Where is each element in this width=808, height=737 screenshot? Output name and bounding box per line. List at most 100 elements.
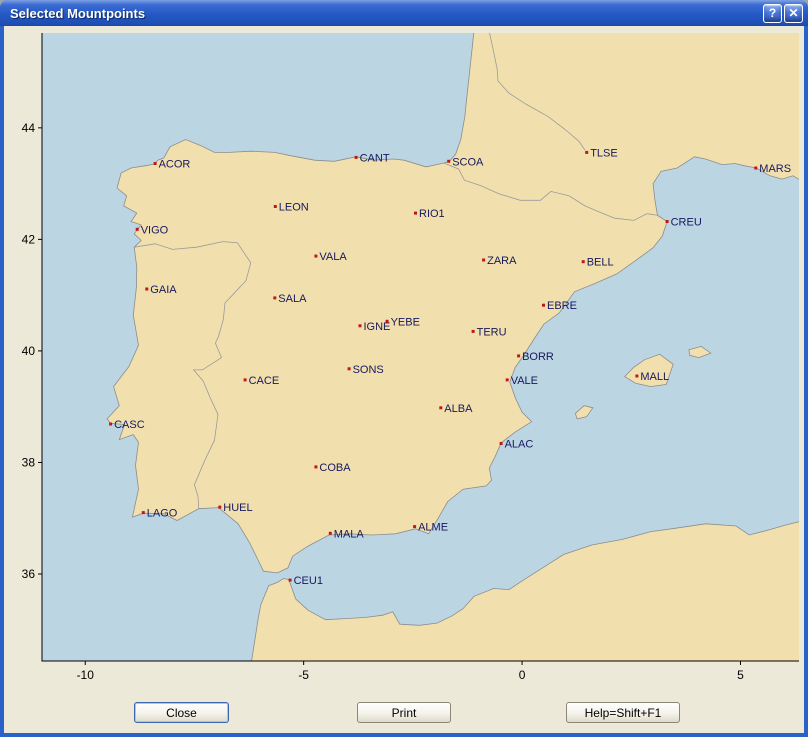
station-marker (355, 156, 358, 159)
station-marker (142, 511, 145, 514)
window-title: Selected Mountpoints (10, 6, 761, 21)
station-label: MARS (759, 163, 791, 175)
help-button[interactable]: Help=Shift+F1 (566, 702, 680, 723)
station-label: HUEL (223, 502, 252, 514)
station-label: RIO1 (419, 208, 445, 220)
station-marker (314, 465, 317, 468)
station-marker (314, 255, 317, 258)
station-marker (754, 167, 757, 170)
station-label: BELL (587, 257, 614, 269)
map-plot: ACOR VIGO GAIA CASC LAGO HUEL CACE LEON SALA CEU1… (4, 26, 804, 696)
station-label: CACE (249, 375, 280, 387)
station-marker (145, 288, 148, 291)
dialog-client-area: ACOR VIGO GAIA CASC LAGO HUEL CACE LEON SALA CEU1… (4, 26, 804, 733)
help-icon[interactable]: ? (763, 4, 782, 23)
station-SONS: SONS (348, 364, 384, 376)
station-marker (218, 506, 221, 509)
station-label: TLSE (590, 147, 618, 159)
station-label: CEU1 (294, 575, 323, 587)
station-MARS: MARS (754, 163, 791, 175)
station-RIO1: RIO1 (414, 208, 445, 220)
x-tick-label: -10 (77, 668, 95, 682)
y-tick-label: 36 (22, 567, 36, 581)
station-LEON: LEON (274, 202, 309, 214)
station-SALA: SALA (273, 293, 307, 305)
station-label: CASC (114, 419, 145, 431)
station-HUEL: HUEL (218, 502, 252, 514)
station-label: TERU (477, 326, 507, 338)
station-VALA: VALA (314, 251, 347, 263)
station-marker (666, 220, 669, 223)
station-VIGO: VIGO (136, 224, 169, 236)
station-ALBA: ALBA (439, 403, 473, 415)
station-label: ACOR (159, 159, 191, 171)
station-YEBE: YEBE (386, 316, 420, 328)
station-label: YEBE (391, 316, 420, 328)
station-label: VALE (511, 375, 538, 387)
print-button[interactable]: Print (357, 702, 451, 723)
station-label: ALME (418, 522, 448, 534)
station-BELL: BELL (582, 257, 614, 269)
station-label: LEON (279, 202, 309, 214)
station-ACOR: ACOR (154, 159, 191, 171)
station-label: COBA (319, 462, 351, 474)
station-CEU1: CEU1 (289, 575, 323, 587)
station-marker (289, 579, 292, 582)
station-EBRE: EBRE (542, 300, 577, 312)
station-marker (386, 320, 389, 323)
station-label: MALL (640, 371, 669, 383)
station-label: SCOA (452, 156, 484, 168)
station-marker (585, 151, 588, 154)
selected-mountpoints-window: Selected Mountpoints ? ✕ ACOR VIGO GAIA CAS… (0, 0, 808, 737)
x-tick-label: 5 (737, 668, 744, 682)
station-CACE: CACE (244, 375, 280, 387)
station-CREU: CREU (666, 217, 702, 229)
station-marker (329, 532, 332, 535)
station-VALE: VALE (506, 375, 538, 387)
station-marker (635, 375, 638, 378)
station-marker (447, 160, 450, 163)
y-tick-label: 40 (22, 344, 36, 358)
station-marker (542, 304, 545, 307)
station-LAGO: LAGO (142, 508, 178, 520)
station-marker (500, 442, 503, 445)
station-COBA: COBA (314, 462, 351, 474)
station-marker (472, 330, 475, 333)
titlebar[interactable]: Selected Mountpoints ? ✕ (0, 0, 808, 26)
station-marker (109, 423, 112, 426)
station-label: VIGO (141, 224, 169, 236)
station-label: ZARA (487, 255, 517, 267)
close-button[interactable]: Close (134, 702, 229, 723)
station-label: SONS (353, 364, 384, 376)
station-marker (482, 259, 485, 262)
station-label: GAIA (150, 284, 177, 296)
station-label: MALA (334, 528, 365, 540)
x-tick-label: -5 (298, 668, 309, 682)
station-marker (136, 228, 139, 231)
station-ALAC: ALAC (500, 439, 534, 451)
station-marker (413, 525, 416, 528)
station-label: LAGO (147, 508, 178, 520)
station-ALME: ALME (413, 522, 448, 534)
station-marker (274, 205, 277, 208)
station-label: VALA (319, 251, 347, 263)
station-label: SALA (278, 293, 307, 305)
station-label: EBRE (547, 300, 577, 312)
station-marker (359, 324, 362, 327)
y-tick-label: 38 (22, 455, 36, 469)
station-MALL: MALL (635, 371, 669, 383)
close-icon[interactable]: ✕ (784, 4, 803, 23)
station-CANT: CANT (355, 152, 390, 164)
station-label: ALAC (505, 439, 534, 451)
station-marker (348, 367, 351, 370)
station-marker (506, 378, 509, 381)
station-marker (154, 162, 157, 165)
station-marker (439, 406, 442, 409)
station-marker (582, 260, 585, 263)
station-marker (517, 354, 520, 357)
station-label: ALBA (444, 403, 473, 415)
station-label: CANT (360, 152, 390, 164)
station-TLSE: TLSE (585, 147, 618, 159)
station-marker (273, 296, 276, 299)
station-marker (244, 378, 247, 381)
